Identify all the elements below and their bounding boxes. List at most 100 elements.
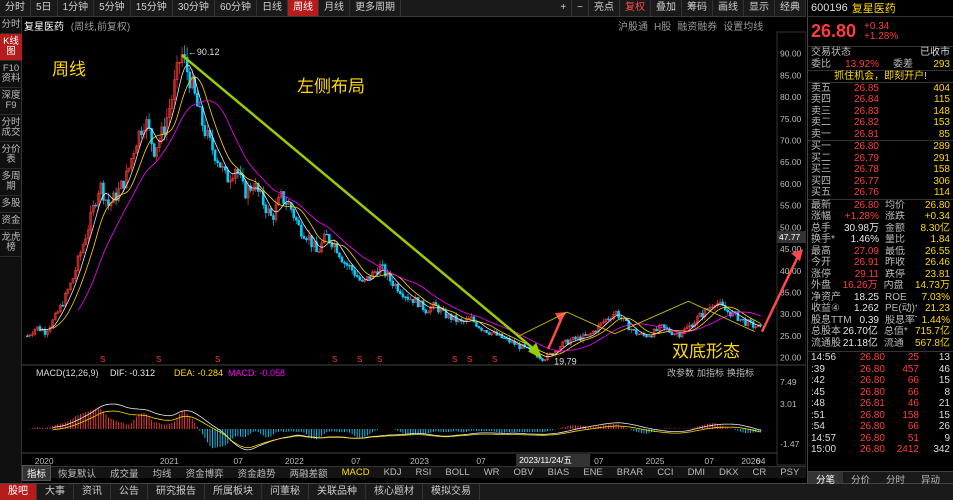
footer-tab[interactable]: 大事 bbox=[37, 484, 74, 500]
ask-row: 卖五 26.85 404 bbox=[808, 83, 953, 95]
period-tab[interactable]: 周线 bbox=[288, 0, 320, 16]
indicator-tab[interactable]: WR bbox=[477, 467, 507, 478]
footer-tab[interactable]: 资讯 bbox=[74, 484, 111, 500]
cursor-date-label: 2023/11/24/五 bbox=[519, 455, 572, 465]
indicator-tab[interactable]: MACD bbox=[335, 467, 377, 478]
period-tab[interactable]: 更多周期 bbox=[350, 0, 402, 16]
panel-tab[interactable]: 分价 bbox=[843, 472, 878, 486]
indicator-tab[interactable]: OBV bbox=[507, 467, 541, 478]
indicator-tabs: 指标 恢复默认 成交量 均线 资金博弈 资金趋势 两融差额 MACD KDJ RSI BOLL WR O… bbox=[22, 464, 896, 481]
footer-tab[interactable]: 关联品种 bbox=[309, 484, 366, 500]
indicator-tab[interactable]: 资金博弈 bbox=[179, 466, 231, 480]
left-nav-item[interactable]: 分时 bbox=[0, 17, 22, 34]
left-nav-item[interactable]: 资金 bbox=[0, 213, 22, 230]
footer-tab[interactable]: 研究报告 bbox=[148, 484, 205, 500]
indicator-tab[interactable]: CR bbox=[746, 467, 774, 478]
period-tab[interactable]: 30分钟 bbox=[173, 0, 215, 16]
period-tabs: 分时 5日 1分钟 5分钟 15分钟 30分钟 60分钟 日线 周线 月线 更多周期 bbox=[0, 0, 402, 16]
left-nav-item[interactable]: 多周期 bbox=[0, 169, 22, 196]
bid-volume: 158 bbox=[933, 164, 950, 175]
candle-body bbox=[122, 180, 125, 189]
period-tab[interactable]: 5分钟 bbox=[94, 0, 131, 16]
indicator-tab[interactable]: RSI bbox=[409, 467, 439, 478]
period-tab[interactable]: 月线 bbox=[319, 0, 351, 16]
left-nav-item[interactable]: K线图 bbox=[0, 34, 22, 61]
indicator-tab[interactable]: 均线 bbox=[146, 466, 179, 480]
ask-row: 卖一 26.81 85 bbox=[808, 129, 953, 141]
stat-label: 股息TTM bbox=[811, 314, 852, 326]
panel-tab[interactable]: 异动 bbox=[913, 472, 948, 486]
open-account-banner[interactable]: 抓住机会，即刻开户! bbox=[808, 70, 953, 82]
chart-tool-button[interactable]: 亮点 bbox=[589, 0, 620, 16]
tick-price: 26.80 bbox=[859, 444, 885, 455]
macd-tool-button[interactable]: 改参数 bbox=[667, 367, 694, 378]
footer-tab[interactable]: 所属板块 bbox=[205, 484, 262, 500]
chart-tool-button[interactable]: − bbox=[572, 0, 589, 16]
indicator-tab[interactable]: BRAR bbox=[610, 467, 650, 478]
ask-price: 26.83 bbox=[853, 105, 879, 117]
indicator-tab[interactable]: DKX bbox=[712, 467, 746, 478]
indicator-tab[interactable]: CCI bbox=[650, 467, 680, 478]
period-tab[interactable]: 分时 bbox=[0, 0, 31, 16]
stat-value: 26.80 bbox=[853, 199, 879, 211]
footer-tab[interactable]: 问董秘 bbox=[262, 484, 309, 500]
left-nav-item[interactable]: 分价表 bbox=[0, 142, 22, 169]
price-tick-label: 30.00 bbox=[780, 309, 802, 319]
left-nav-item[interactable]: F10资料 bbox=[0, 61, 22, 88]
chart-tool-button[interactable]: + bbox=[555, 0, 573, 16]
tick-price: 26.80 bbox=[859, 432, 885, 444]
period-tab[interactable]: 1分钟 bbox=[58, 0, 95, 16]
quote-stock-name[interactable]: 复星医药 bbox=[852, 0, 896, 16]
left-nav-item[interactable]: 分时成交 bbox=[0, 115, 22, 142]
chart-tool-button[interactable]: 显示 bbox=[744, 0, 775, 16]
left-nav-item[interactable]: 深度F9 bbox=[0, 88, 22, 115]
footer-tab[interactable]: 公告 bbox=[111, 484, 148, 500]
stat-label: 量比 bbox=[885, 234, 905, 245]
stat-row: 涨停 29.11 跌停 23.81 bbox=[808, 269, 953, 281]
indicator-tab[interactable]: KDJ bbox=[377, 467, 409, 478]
left-nav-item[interactable]: 多股 bbox=[0, 196, 22, 213]
stat-value: 21.23 bbox=[924, 303, 950, 314]
candle-body bbox=[305, 238, 308, 241]
indicator-tab[interactable]: PSY bbox=[773, 467, 806, 478]
indicator-tab[interactable]: 恢复默认 bbox=[51, 466, 103, 480]
period-tab[interactable]: 5日 bbox=[31, 0, 58, 16]
chart-tool-button[interactable]: 经典 bbox=[775, 0, 806, 16]
kline-chart[interactable]: 90.00 85.00 80.00 75.00 70.00 65.00 60.00 55.00… bbox=[22, 17, 806, 466]
indicator-tab[interactable]: 资金趋势 bbox=[231, 466, 283, 480]
footer-tab[interactable]: 模拟交易 bbox=[423, 484, 480, 500]
period-tab[interactable]: 60分钟 bbox=[215, 0, 258, 16]
time-axis-label: 07 bbox=[704, 456, 714, 466]
indicator-tab[interactable]: DMI bbox=[681, 467, 712, 478]
indicator-tab[interactable]: 指标 bbox=[22, 464, 52, 481]
ma20-line bbox=[77, 100, 761, 352]
macd-tool-button[interactable]: 换指标 bbox=[727, 367, 754, 378]
macd-tool-button[interactable]: 加指标 bbox=[697, 367, 724, 378]
chart-tool-button[interactable]: 复权 bbox=[620, 0, 651, 16]
left-layout-annotation: 左侧布局 bbox=[297, 77, 365, 96]
footer-tab[interactable]: 核心题材 bbox=[366, 484, 423, 500]
period-tab[interactable]: 15分钟 bbox=[131, 0, 173, 16]
indicator-tab[interactable]: BIAS bbox=[541, 467, 577, 478]
stat-value: 1.262 bbox=[853, 303, 879, 314]
candle-body bbox=[340, 256, 344, 263]
left-nav-item[interactable]: 龙虎榜 bbox=[0, 230, 22, 257]
footer-tab[interactable]: 股吧 bbox=[0, 484, 37, 500]
panel-tab[interactable]: 分时 bbox=[878, 472, 913, 486]
indicator-tab[interactable]: BOLL bbox=[438, 467, 476, 478]
chart-tool-button[interactable]: 叠加 bbox=[651, 0, 682, 16]
panel-tab[interactable]: 分笔 bbox=[808, 472, 844, 486]
indicator-tab[interactable]: 两融差额 bbox=[283, 466, 335, 480]
candle-body bbox=[345, 263, 349, 266]
tick-volume: 2412 bbox=[896, 444, 919, 455]
banner-text[interactable]: 抓住机会，即刻开户! bbox=[834, 71, 927, 82]
indicator-tab[interactable]: ENE bbox=[576, 467, 610, 478]
tick-volume: 25 bbox=[907, 352, 919, 363]
chart-tool-button[interactable]: 画线 bbox=[713, 0, 744, 16]
stat-row: 涨幅 +1.28% 涨跌 +0.34 bbox=[808, 211, 953, 223]
chart-tool-button[interactable]: 筹码 bbox=[682, 0, 713, 16]
candle-body bbox=[213, 149, 217, 161]
period-tab[interactable]: 日线 bbox=[257, 0, 289, 16]
indicator-tab[interactable]: 成交量 bbox=[103, 466, 146, 480]
stat-value: 26.91 bbox=[853, 257, 879, 268]
